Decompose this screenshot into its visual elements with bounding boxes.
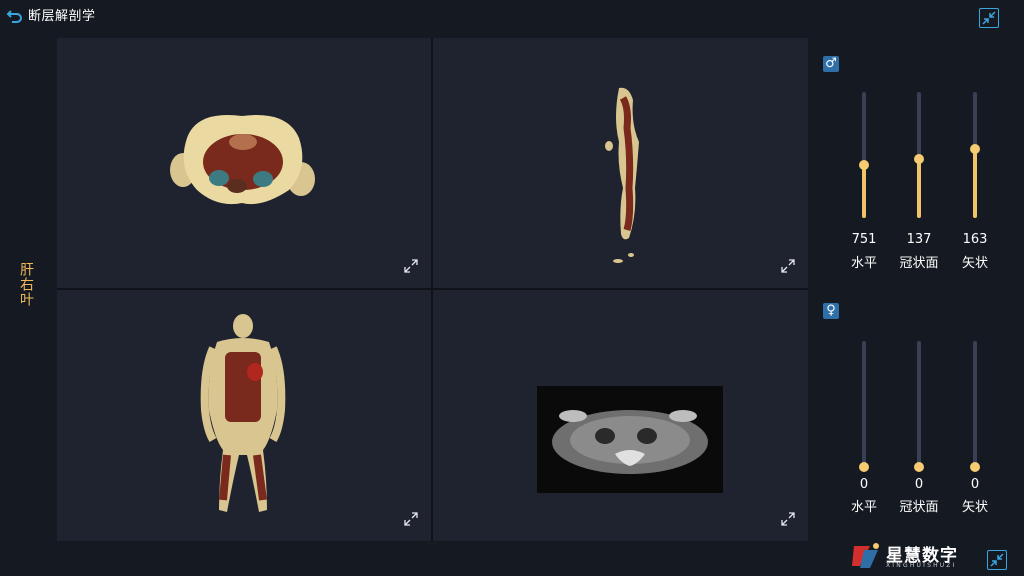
sagittal-slice-pane[interactable] <box>433 38 808 288</box>
male-symbol-icon[interactable]: ♂ <box>823 56 839 72</box>
slider-value: 163 <box>962 232 988 247</box>
brand-logo: 星慧数字 XINGHUISHUZI <box>850 540 970 572</box>
coronal-slice-image <box>200 314 286 512</box>
male-slider-panel: ♂ 751 137 163 水平 冠状面 矢状 <box>818 56 1018 271</box>
brand-logo-mark <box>852 543 879 568</box>
expand-icon[interactable] <box>780 258 796 274</box>
slider-value: 0 <box>914 477 924 492</box>
brand-subtitle: XINGHUISHUZI <box>886 562 957 569</box>
collapse-icon[interactable] <box>979 8 999 28</box>
page-title: 断层解剖学 <box>28 9 96 24</box>
slider-value: 751 <box>851 232 877 247</box>
slider-label: 矢状 <box>961 256 988 271</box>
back-icon[interactable] <box>6 6 24 24</box>
slider-label: 水平 <box>850 256 877 271</box>
slider-coronal[interactable] <box>914 341 924 472</box>
ct-scan-pane[interactable] <box>433 290 808 541</box>
axial-slice-pane[interactable] <box>57 38 431 288</box>
slider-label: 冠状面 <box>899 256 939 271</box>
slider-sagittal[interactable] <box>970 92 980 218</box>
slider-coronal[interactable] <box>914 92 924 218</box>
slider-label: 冠状面 <box>899 500 939 515</box>
ct-scan-image <box>537 386 723 493</box>
collapse-icon[interactable] <box>987 550 1007 570</box>
slider-value: 0 <box>970 477 980 492</box>
coronal-slice-pane[interactable] <box>57 290 431 541</box>
female-slider-panel: ♀ 0 0 0 水平 冠状面 矢状 <box>818 303 1018 515</box>
slice-viewer-grid <box>57 38 808 541</box>
slider-horizontal[interactable] <box>859 92 869 218</box>
axial-slice-image <box>170 114 315 205</box>
organ-label: 肝右叶 <box>18 262 34 307</box>
slider-label: 水平 <box>850 500 877 515</box>
slider-horizontal[interactable] <box>859 341 869 472</box>
slider-value: 137 <box>906 232 932 247</box>
slider-label: 矢状 <box>961 500 988 515</box>
expand-icon[interactable] <box>403 511 419 527</box>
female-symbol-icon[interactable]: ♀ <box>823 303 839 319</box>
expand-icon[interactable] <box>780 511 796 527</box>
top-bar: 断层解剖学 <box>0 0 1024 34</box>
slider-sagittal[interactable] <box>970 341 980 472</box>
expand-icon[interactable] <box>403 258 419 274</box>
sagittal-slice-image <box>605 87 639 263</box>
slider-value: 0 <box>859 477 869 492</box>
